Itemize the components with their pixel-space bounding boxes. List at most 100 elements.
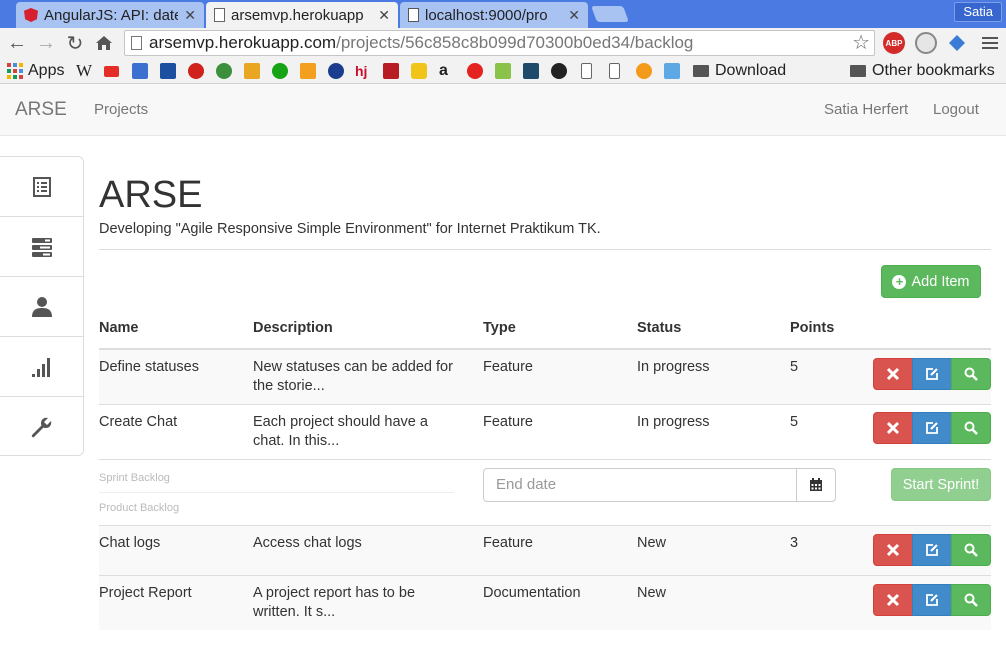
cell-status: New (637, 585, 667, 601)
nav-link-projects[interactable]: Projects (94, 101, 148, 118)
wikipedia-bookmark-icon[interactable]: W (76, 61, 92, 81)
new-tab-button[interactable] (591, 6, 629, 22)
search-extension-icon[interactable] (915, 32, 937, 54)
bookmark-favicon-icon[interactable] (300, 61, 316, 81)
product-backlog-label: Product Backlog (99, 502, 180, 514)
view-item-button[interactable] (951, 584, 991, 616)
cell-description: Each project should have a chat. In this… (253, 414, 428, 449)
bookmark-favicon-icon[interactable] (244, 61, 260, 81)
page-bookmark-icon[interactable] (581, 61, 592, 81)
start-sprint-button[interactable]: Start Sprint! (891, 468, 991, 501)
edit-icon (926, 368, 938, 380)
bookmark-favicon-icon[interactable] (160, 61, 176, 81)
table-row (99, 526, 991, 575)
sidebar-item-settings[interactable] (0, 397, 83, 457)
close-tab-icon[interactable]: ✕ (184, 7, 196, 24)
close-tab-icon[interactable]: ✕ (568, 7, 580, 24)
app-navbar: ARSE Projects Satia Herfert Logout (0, 84, 1006, 136)
bookmark-folder-download[interactable]: Download (693, 61, 786, 81)
cell-status: In progress (637, 359, 710, 375)
apps-label: Apps (28, 62, 65, 79)
tasks-icon (31, 237, 52, 257)
bookmark-favicon-icon[interactable] (383, 61, 399, 81)
bookmark-favicon-icon[interactable]: hj (355, 61, 367, 81)
delete-item-button[interactable] (873, 412, 913, 444)
download-folder-label: Download (715, 62, 787, 79)
table-row (99, 405, 991, 459)
other-bookmarks-label: Other bookmarks (872, 62, 995, 79)
nav-link-user[interactable]: Satia Herfert (824, 101, 908, 118)
bookmark-favicon-icon[interactable] (664, 61, 680, 81)
plus-circle-icon: + (892, 274, 907, 289)
profile-button[interactable]: Satia (954, 2, 1002, 22)
browser-tab-angular[interactable]: AngularJS: API: date ✕ (16, 2, 204, 28)
edit-item-button[interactable] (912, 534, 952, 566)
bookmark-favicon-icon[interactable] (411, 61, 427, 81)
column-header-status: Status (637, 320, 682, 336)
bookmark-favicon-icon[interactable] (272, 61, 288, 81)
menu-icon[interactable] (978, 31, 1002, 55)
bookmark-favicon-icon[interactable] (551, 61, 567, 81)
bookmark-folder-other[interactable]: Other bookmarks (850, 61, 995, 81)
cell-type: Feature (483, 535, 533, 551)
forward-arrow-icon[interactable]: → (34, 31, 58, 55)
tab-title: localhost:9000/pro (425, 6, 548, 24)
bookmark-favicon-icon[interactable] (216, 61, 232, 81)
navbar-brand[interactable]: ARSE (15, 99, 67, 121)
edit-item-button[interactable] (912, 358, 952, 390)
close-tab-icon[interactable]: ✕ (378, 7, 390, 24)
extension-diamond-icon[interactable] (946, 32, 968, 54)
backlog-separator (99, 492, 454, 493)
calendar-button[interactable] (796, 468, 836, 502)
add-item-label: Add Item (911, 273, 970, 290)
bookmark-favicon-icon[interactable] (636, 61, 652, 81)
browser-tabstrip: AngularJS: API: date ✕ arsemvp.herokuapp… (0, 0, 1006, 28)
bookmark-favicon-icon[interactable] (132, 61, 148, 81)
back-arrow-icon[interactable]: ← (5, 31, 29, 55)
view-item-button[interactable] (951, 412, 991, 444)
delete-item-button[interactable] (873, 534, 913, 566)
delete-item-button[interactable] (873, 584, 913, 616)
table-row (99, 350, 991, 404)
bookmark-favicon-icon[interactable] (188, 61, 204, 81)
cell-points: 5 (790, 359, 799, 375)
adblock-plus-icon[interactable]: ABP (883, 32, 905, 54)
home-icon[interactable] (92, 31, 116, 55)
amazon-bookmark-icon[interactable]: a (439, 61, 448, 81)
sidebar-item-tasks[interactable] (0, 217, 83, 277)
edit-item-button[interactable] (912, 584, 952, 616)
view-item-button[interactable] (951, 358, 991, 390)
address-bar[interactable]: arsemvp.herokuapp.com/projects/56c858c8b… (124, 30, 875, 56)
sidebar-item-members[interactable] (0, 277, 83, 337)
bookmark-star-icon[interactable]: ☆ (852, 31, 870, 55)
sidebar-item-stats[interactable] (0, 337, 83, 397)
nav-link-logout[interactable]: Logout (933, 101, 979, 118)
end-date-input[interactable]: End date (483, 468, 797, 502)
edit-icon (926, 422, 938, 434)
bookmark-favicon-icon[interactable] (328, 61, 344, 81)
bookmark-favicon-icon[interactable] (523, 61, 539, 81)
bookmark-apps[interactable]: Apps (7, 61, 64, 81)
cell-points: 3 (790, 535, 799, 551)
youtube-bookmark-icon[interactable] (104, 61, 119, 81)
bookmark-favicon-icon[interactable] (495, 61, 511, 81)
page-bookmark-icon[interactable] (609, 61, 620, 81)
delete-item-button[interactable] (873, 358, 913, 390)
column-header-name: Name (99, 320, 139, 336)
edit-icon (926, 544, 938, 556)
reload-icon[interactable]: ↻ (63, 31, 87, 55)
column-header-points: Points (790, 320, 835, 336)
edit-item-button[interactable] (912, 412, 952, 444)
list-icon (32, 176, 51, 197)
page-subtitle: Developing "Agile Responsive Simple Envi… (99, 221, 601, 237)
browser-tab-localhost[interactable]: localhost:9000/pro ✕ (400, 2, 588, 28)
browser-toolbar: ← → ↻ arsemvp.herokuapp.com/projects/56c… (0, 28, 1006, 58)
add-item-button[interactable]: + Add Item (881, 265, 981, 298)
browser-tab-arsemvp[interactable]: arsemvp.herokuapp ✕ (206, 2, 398, 28)
view-item-button[interactable] (951, 534, 991, 566)
sidebar-item-backlog[interactable] (0, 157, 83, 217)
search-icon (964, 593, 978, 607)
cell-type: Feature (483, 359, 533, 375)
abp-label: ABP (885, 38, 903, 48)
bookmark-favicon-icon[interactable] (467, 61, 483, 81)
